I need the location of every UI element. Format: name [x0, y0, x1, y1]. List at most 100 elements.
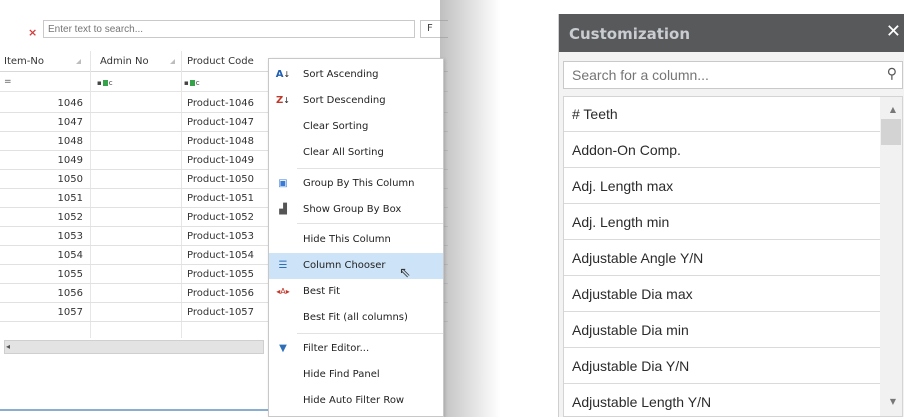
product-code-cell: Product-1053: [187, 231, 255, 242]
product-code-cell: Product-1054: [187, 250, 255, 261]
column-name: Adjustable Dia min: [572, 322, 689, 338]
column-name: # Teeth: [572, 106, 618, 122]
column-list-item[interactable]: Adjustable Dia Y/N: [564, 349, 880, 384]
item-no-cell: 1047: [57, 117, 83, 128]
column-list-item[interactable]: # Teeth: [564, 97, 880, 132]
column-list-item[interactable]: Addon-On Comp.: [564, 133, 880, 168]
menu-item-label: Hide Find Panel: [303, 369, 380, 380]
menu-item-label: Filter Editor...: [303, 343, 370, 354]
menu-item-sort-descending[interactable]: Z↓ Sort Descending: [269, 88, 443, 114]
close-find-icon[interactable]: ×: [28, 26, 37, 39]
filter-contains-icon[interactable]: ▪ c: [184, 79, 200, 87]
find-panel: × F: [0, 6, 448, 42]
vertical-scrollbar[interactable]: ▲ ▼: [880, 97, 902, 416]
item-no-cell: 1049: [57, 155, 83, 166]
sort-ascending-icon: A↓: [275, 69, 291, 80]
column-name: Addon-On Comp.: [572, 142, 681, 158]
column-name: Adjustable Angle Y/N: [572, 250, 704, 266]
menu-item-best-fit[interactable]: ◂A▸ Best Fit: [269, 279, 443, 305]
product-code-cell: Product-1051: [187, 193, 255, 204]
product-code-cell: Product-1057: [187, 307, 255, 318]
column-list: # Teeth Addon-On Comp. Adj. Length max Adj.…: [563, 96, 903, 417]
horizontal-scrollbar[interactable]: [4, 340, 264, 354]
product-code-cell: Product-1048: [187, 136, 255, 147]
scroll-left-icon[interactable]: ◂: [6, 342, 10, 351]
column-name: Adj. Length max: [572, 178, 674, 194]
product-code-cell: Product-1049: [187, 155, 255, 166]
filter-contains-label: c: [195, 79, 200, 87]
column-list-item[interactable]: Adjustable Length Y/N: [564, 385, 880, 416]
item-no-cell: 1055: [57, 269, 83, 280]
product-code-cell: Product-1046: [187, 98, 255, 109]
item-no-cell: 1053: [57, 231, 83, 242]
column-name: Adjustable Dia max: [572, 286, 693, 302]
column-header-admin-no[interactable]: Admin No: [100, 56, 149, 67]
search-input[interactable]: [43, 20, 415, 38]
window-shadow: [440, 0, 500, 417]
scroll-down-icon[interactable]: ▼: [890, 397, 896, 406]
menu-item-hide-this-column[interactable]: Hide This Column: [269, 227, 443, 253]
panel-title: Customization: [569, 25, 691, 43]
column-name: Adjustable Dia Y/N: [572, 358, 690, 374]
menu-item-clear-all-sorting[interactable]: Clear All Sorting: [269, 140, 443, 166]
scroll-thumb[interactable]: [881, 119, 901, 145]
menu-item-label: Best Fit (all columns): [303, 312, 408, 323]
product-code-cell: Product-1052: [187, 212, 255, 223]
filter-contains-icon[interactable]: ▪ c: [97, 79, 113, 87]
column-list-item[interactable]: Adjustable Angle Y/N: [564, 241, 880, 276]
menu-item-label: Group By This Column: [303, 178, 415, 189]
column-header-product-code[interactable]: Product Code: [187, 56, 254, 67]
sort-indicator-icon: [170, 59, 175, 64]
product-code-cell: Product-1056: [187, 288, 255, 299]
menu-item-best-fit-all-columns[interactable]: Best Fit (all columns): [269, 305, 443, 331]
item-no-cell: 1051: [57, 193, 83, 204]
item-no-cell: 1046: [57, 98, 83, 109]
product-code-cell: Product-1055: [187, 269, 255, 280]
close-icon[interactable]: ✕: [886, 21, 901, 42]
menu-item-show-group-by-box[interactable]: ▟ Show Group By Box: [269, 197, 443, 223]
menu-item-group-by-this-column[interactable]: ▣ Group By This Column: [269, 171, 443, 197]
menu-separator: [297, 168, 443, 169]
menu-item-label: Column Chooser: [303, 260, 386, 271]
item-no-cell: 1050: [57, 174, 83, 185]
menu-item-label: Hide This Column: [303, 234, 391, 245]
menu-item-clear-sorting[interactable]: Clear Sorting: [269, 114, 443, 140]
item-no-cell: 1052: [57, 212, 83, 223]
menu-item-filter-editor[interactable]: ▼ Filter Editor...: [269, 336, 443, 362]
menu-item-label: Clear Sorting: [303, 121, 369, 132]
menu-item-label: Sort Descending: [303, 95, 386, 106]
best-fit-icon: ◂A▸: [276, 287, 290, 296]
menu-item-label: Sort Ascending: [303, 69, 379, 80]
column-context-menu: A↓ Sort Ascending Z↓ Sort Descending Clear S…: [268, 58, 444, 417]
filter-icon: ▼: [279, 343, 287, 354]
scroll-up-icon[interactable]: ▲: [890, 105, 896, 114]
customization-header: Customization ✕: [559, 14, 904, 52]
product-code-cell: Product-1047: [187, 117, 255, 128]
search-icon[interactable]: ⚲: [887, 66, 897, 82]
group-box-icon: ▟: [279, 204, 287, 215]
column-name: Adjustable Length Y/N: [572, 394, 712, 410]
column-header-item-no[interactable]: Item-No: [4, 56, 44, 67]
menu-separator: [297, 223, 443, 224]
menu-item-hide-find-panel[interactable]: Hide Find Panel: [269, 362, 443, 388]
item-no-cell: 1048: [57, 136, 83, 147]
column-list-item[interactable]: Adjustable Dia min: [564, 313, 880, 348]
column-name: Adj. Length min: [572, 214, 670, 230]
column-list-item[interactable]: Adjustable Dia max: [564, 277, 880, 312]
item-no-cell: 1054: [57, 250, 83, 261]
menu-item-hide-auto-filter-row[interactable]: Hide Auto Filter Row: [269, 388, 443, 414]
column-search-input[interactable]: [563, 61, 903, 89]
menu-item-sort-ascending[interactable]: A↓ Sort Ascending: [269, 62, 443, 88]
product-code-cell: Product-1050: [187, 174, 255, 185]
filter-contains-label: c: [108, 79, 113, 87]
filter-equals-icon[interactable]: =: [4, 77, 12, 87]
menu-item-column-chooser[interactable]: ☰ Column Chooser ⇖: [269, 253, 443, 281]
item-no-cell: 1057: [57, 307, 83, 318]
column-list-item[interactable]: Adj. Length max: [564, 169, 880, 204]
menu-item-label: Best Fit: [303, 286, 341, 297]
item-no-cell: 1056: [57, 288, 83, 299]
column-list-item[interactable]: Adj. Length min: [564, 205, 880, 240]
column-chooser-icon: ☰: [278, 260, 288, 271]
menu-item-label: Show Group By Box: [303, 204, 402, 215]
sort-indicator-icon: [76, 59, 81, 64]
